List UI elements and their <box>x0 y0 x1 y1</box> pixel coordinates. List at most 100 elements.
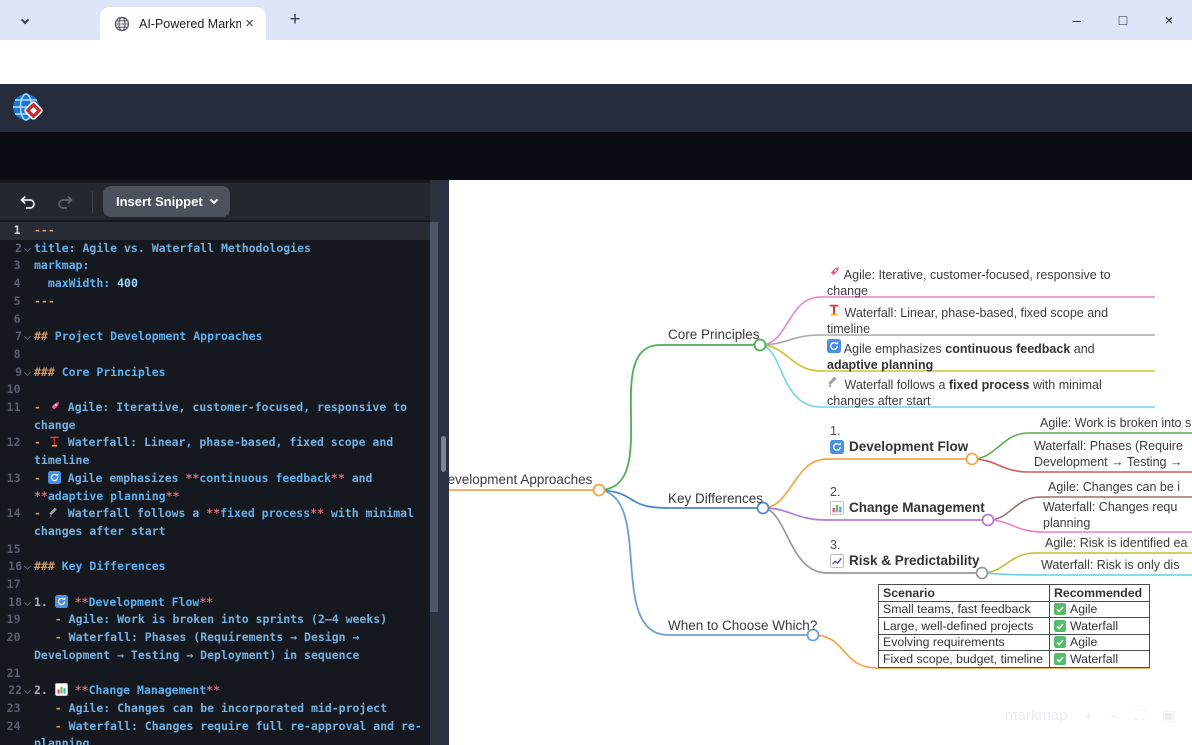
code-text: - Agile: Changes can be incorporated mid… <box>34 700 430 718</box>
pencil-icon <box>827 375 841 389</box>
code-line[interactable]: 181. **Development Flow** <box>0 594 430 612</box>
code-line[interactable]: 17 <box>0 576 430 594</box>
code-line[interactable]: 12- Waterfall: Linear, phase-based, fixe… <box>0 434 430 469</box>
fit-view-icon[interactable]: ⛶ <box>1135 707 1145 724</box>
code-text: - Agile: Iterative, customer-focused, re… <box>34 399 430 434</box>
code-text: ## Project Development Approaches <box>34 328 430 346</box>
markmap-watermark-bar: markmap + − ⛶ ▣ ◑ <box>1005 707 1192 724</box>
recommended-cell: Agile <box>1050 634 1150 651</box>
fold-chevron-icon[interactable] <box>24 563 31 570</box>
code-line[interactable]: 14- Waterfall follows a **fixed process*… <box>0 505 430 540</box>
loop-icon <box>830 440 844 454</box>
leaf-waterfall-risk[interactable]: Waterfall: Risk is only dis <box>1041 558 1179 574</box>
leaf-agile-sprints[interactable]: Agile: Work is broken into s <box>1040 416 1191 432</box>
fold-chevron-icon[interactable] <box>24 333 31 340</box>
line-number: 20 <box>0 629 34 664</box>
mindmap-canvas[interactable]: Project Development Approaches Core Prin… <box>449 180 1192 745</box>
code-line[interactable]: 2title: Agile vs. Waterfall Methodologie… <box>0 240 430 258</box>
code-line[interactable]: 11- Agile: Iterative, customer-focused, … <box>0 399 430 434</box>
line-number: 11 <box>0 399 34 434</box>
recurse-icon[interactable]: ▣ <box>1162 707 1175 724</box>
tab-search-button[interactable] <box>12 9 38 33</box>
rocket-icon <box>827 265 841 279</box>
editor-lines[interactable]: 1---2title: Agile vs. Waterfall Methodol… <box>0 222 430 745</box>
leaf-agile-changes[interactable]: Agile: Changes can be i <box>1048 480 1180 496</box>
undo-button[interactable] <box>16 191 38 213</box>
fold-chevron-icon[interactable] <box>24 369 31 376</box>
key-differences-label[interactable]: Key Differences <box>668 491 763 506</box>
code-text: title: Agile vs. Waterfall Methodologies <box>34 240 430 258</box>
line-number: 13 <box>0 470 34 505</box>
panel-resize-handle[interactable] <box>441 436 446 472</box>
code-line[interactable]: 19 - Agile: Work is broken into sprints … <box>0 611 430 629</box>
pencil-icon <box>48 506 61 519</box>
leaf-agile-risk[interactable]: Agile: Risk is identified ea <box>1045 536 1187 552</box>
table-row: Fixed scope, budget, timelineWaterfall <box>879 651 1150 668</box>
leaf-waterfall-fixed[interactable]: Waterfall follows a fixed process with m… <box>827 375 1102 409</box>
code-line[interactable]: 6 <box>0 311 430 329</box>
leaf-waterfall-linear[interactable]: Waterfall: Linear, phase-based, fixed sc… <box>827 303 1108 337</box>
code-text <box>34 311 430 329</box>
code-line[interactable]: 1--- <box>0 222 430 240</box>
editor-scrollbar-thumb[interactable] <box>430 222 438 612</box>
scenario-cell: Fixed scope, budget, timeline <box>879 651 1050 668</box>
change-management-label[interactable]: Change Management <box>830 500 985 515</box>
check-icon <box>1054 603 1066 615</box>
line-number: 5 <box>0 293 34 311</box>
new-tab-button[interactable]: + <box>284 10 306 32</box>
root-node-label[interactable]: Project Development Approaches <box>449 472 592 487</box>
code-text: - Waterfall: Linear, phase-based, fixed … <box>34 434 430 469</box>
main-toolbar: File Generate with AI Describe with AI <box>0 132 1192 180</box>
leaf-waterfall-changes[interactable]: Waterfall: Changes requplanning <box>1043 500 1177 531</box>
window-minimize-button[interactable]: – <box>1054 0 1100 40</box>
code-line[interactable]: 21 <box>0 665 430 683</box>
leaf-agile-feedback[interactable]: Agile emphasizes continuous feedback and… <box>827 339 1095 373</box>
table-row: Large, well-defined projectsWaterfall <box>879 618 1150 635</box>
code-line[interactable]: 8 <box>0 346 430 364</box>
window-close-button[interactable]: × <box>1146 0 1192 40</box>
code-line[interactable]: 10 <box>0 381 430 399</box>
tab-close-icon[interactable]: × <box>241 15 258 32</box>
code-line[interactable]: 9### Core Principles <box>0 364 430 382</box>
code-line[interactable]: 23 - Agile: Changes can be incorporated … <box>0 700 430 718</box>
browser-tab[interactable]: AI-Powered Markmap Studio × <box>100 7 266 40</box>
undo-icon <box>19 194 36 209</box>
zoom-out-icon[interactable]: − <box>1110 708 1118 724</box>
code-line[interactable]: 24 - Waterfall: Changes require full re-… <box>0 718 430 745</box>
table-row: Evolving requirementsAgile <box>879 634 1150 651</box>
code-line[interactable]: 7## Project Development Approaches <box>0 328 430 346</box>
code-line[interactable]: 13- Agile emphasizes **continuous feedba… <box>0 470 430 505</box>
code-line[interactable]: 3markmap: <box>0 257 430 275</box>
check-icon <box>1054 620 1066 632</box>
fold-chevron-icon[interactable] <box>24 245 31 252</box>
risk-predictability-label[interactable]: Risk & Predictability <box>830 553 980 568</box>
loop-icon <box>48 471 61 484</box>
code-text: --- <box>34 293 430 311</box>
code-line[interactable]: 15 <box>0 541 430 559</box>
table-header-row: Scenario Recommended <box>879 585 1150 602</box>
tab-title: AI-Powered Markmap Studio <box>139 17 241 31</box>
leaf-waterfall-phases[interactable]: Waterfall: Phases (RequireDevelopment → … <box>1034 439 1183 470</box>
code-line[interactable]: 20 - Waterfall: Phases (Requirements → D… <box>0 629 430 664</box>
line-number: 14 <box>0 505 34 540</box>
markmap-logo-text[interactable]: markmap <box>1005 707 1068 724</box>
code-text: - Agile: Work is broken into sprints (2–… <box>34 611 430 629</box>
development-flow-label[interactable]: Development Flow <box>830 439 968 454</box>
linechart-icon <box>830 554 844 568</box>
item-number: 2. <box>830 485 840 499</box>
core-principles-label[interactable]: Core Principles <box>668 327 760 342</box>
leaf-agile-iterative[interactable]: Agile: Iterative, customer-focused, resp… <box>827 265 1111 299</box>
window-maximize-button[interactable]: □ <box>1100 0 1146 40</box>
code-line[interactable]: 16### Key Differences <box>0 558 430 576</box>
code-line[interactable]: 222. **Change Management** <box>0 682 430 700</box>
fold-chevron-icon[interactable] <box>24 687 31 694</box>
zoom-in-icon[interactable]: + <box>1085 708 1093 724</box>
when-to-choose-label[interactable]: When to Choose Which? <box>668 618 817 633</box>
fold-chevron-icon[interactable] <box>24 599 31 606</box>
redo-button[interactable] <box>54 191 76 213</box>
insert-snippet-button[interactable]: Insert Snippet <box>103 186 230 217</box>
line-number: 21 <box>0 665 34 683</box>
code-line[interactable]: 4 maxWidth: 400 <box>0 275 430 293</box>
code-line[interactable]: 5--- <box>0 293 430 311</box>
changemgmt-node-circle <box>983 515 994 526</box>
